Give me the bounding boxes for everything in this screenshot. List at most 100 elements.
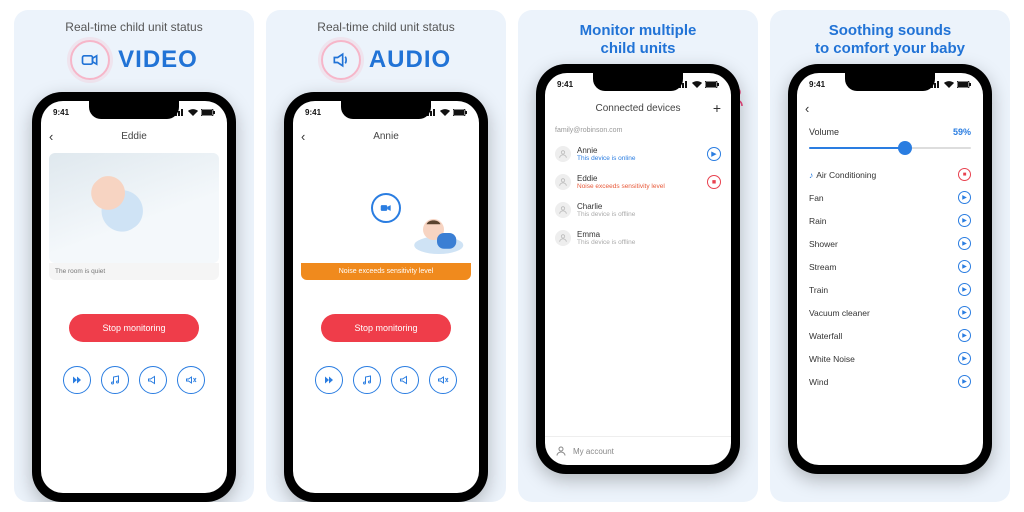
sounds-list: ♪Air Conditioning■Fan▶Rain▶Shower▶Stream… <box>797 163 983 393</box>
sound-name: Vacuum cleaner <box>809 308 870 318</box>
sound-row[interactable]: ♪Air Conditioning■ <box>797 163 983 186</box>
my-account-label: My account <box>573 447 614 456</box>
stop-monitoring-button[interactable]: Stop monitoring <box>321 314 451 342</box>
account-email: family@robinson.com <box>555 123 721 140</box>
status-time: 9:41 <box>557 80 573 89</box>
play-icon[interactable]: ▶ <box>958 191 971 204</box>
mode-badge-video: VIDEO <box>70 40 198 80</box>
device-name: Annie <box>577 146 701 155</box>
wifi-icon <box>440 109 450 116</box>
sound-name: White Noise <box>809 354 855 364</box>
music-icon[interactable] <box>353 366 381 394</box>
mode-label: AUDIO <box>369 46 451 74</box>
stop-monitoring-button[interactable]: Stop monitoring <box>69 314 199 342</box>
device-row[interactable]: CharlieThis device is offline <box>555 196 721 224</box>
nav-bar: ‹ Eddie <box>41 123 227 149</box>
play-icon[interactable]: ▶ <box>958 283 971 296</box>
play-icon[interactable]: ▶ <box>958 237 971 250</box>
camera-icon <box>70 40 110 80</box>
nav-bar: ‹ <box>797 95 983 121</box>
phone-frame: 9:41 ‹ Annie <box>284 92 488 502</box>
nav-bar: Connected devices + <box>545 95 731 121</box>
sleeping-baby-illustration <box>395 202 465 257</box>
volume-slider[interactable] <box>809 147 971 149</box>
device-row[interactable]: EddieNoise exceeds sensitivity level■ <box>555 168 721 196</box>
phone-frame: 9:41 Connected devices + family@robinson… <box>536 64 740 474</box>
play-icon[interactable]: ▶ <box>958 375 971 388</box>
play-icon[interactable]: ▶ <box>958 214 971 227</box>
panel-audio: Real-time child unit status AUDIO 9:41 ‹… <box>266 10 506 502</box>
device-row[interactable]: EmmaThis device is offline <box>555 224 721 252</box>
sound-name: Fan <box>809 193 824 203</box>
battery-icon <box>201 109 215 116</box>
sound-row[interactable]: Shower ▶ <box>797 232 983 255</box>
mute-icon[interactable] <box>429 366 457 394</box>
device-name: Eddie <box>577 174 701 183</box>
phone-frame: 9:41 ‹ Volume 59% ♪Air Conditioning■ Fan ▶… <box>788 64 992 474</box>
avatar-icon <box>555 174 571 190</box>
play-icon[interactable]: ▶ <box>958 329 971 342</box>
sound-name: Rain <box>809 216 826 226</box>
play-icon[interactable]: ▶ <box>707 147 721 161</box>
panel-subtitle: Real-time child unit status <box>65 20 202 34</box>
back-button[interactable]: ‹ <box>301 129 305 144</box>
sound-row[interactable]: Fan ▶ <box>797 186 983 209</box>
fastforward-icon[interactable] <box>63 366 91 394</box>
play-icon[interactable]: ▶ <box>958 352 971 365</box>
noise-alert: Noise exceeds sensitivity level <box>301 263 471 280</box>
fastforward-icon[interactable] <box>315 366 343 394</box>
status-time: 9:41 <box>53 108 69 117</box>
device-status: This device is offline <box>577 239 721 246</box>
sound-row[interactable]: Stream▶ <box>797 255 983 278</box>
device-name: Emma <box>577 230 721 239</box>
sound-name: Waterfall <box>809 331 842 341</box>
nav-bar: ‹ Annie <box>293 123 479 149</box>
panel-subtitle: Real-time child unit status <box>317 20 454 34</box>
volume-label: Volume <box>809 127 839 137</box>
add-device-button[interactable]: + <box>713 100 721 116</box>
device-name: Charlie <box>577 202 721 211</box>
avatar-icon <box>555 146 571 162</box>
device-row[interactable]: AnnieThis device is online▶ <box>555 140 721 168</box>
room-status: The room is quiet <box>49 263 219 280</box>
sound-row[interactable]: Vacuum cleaner ▶ <box>797 301 983 324</box>
mute-icon[interactable] <box>177 366 205 394</box>
play-icon[interactable]: ▶ <box>958 306 971 319</box>
status-time: 9:41 <box>305 108 321 117</box>
person-icon <box>555 445 567 457</box>
play-icon[interactable]: ▶ <box>958 260 971 273</box>
music-icon[interactable] <box>101 366 129 394</box>
sound-row[interactable]: White Noise ▶ <box>797 347 983 370</box>
sound-name: Shower <box>809 239 838 249</box>
sound-row[interactable]: Train ▶ <box>797 278 983 301</box>
mode-badge-audio: AUDIO <box>321 40 451 80</box>
device-status: This device is offline <box>577 211 721 218</box>
sound-name: Train <box>809 285 828 295</box>
battery-icon <box>453 109 467 116</box>
camera-toggle-icon[interactable] <box>371 193 401 223</box>
stop-icon[interactable]: ■ <box>958 168 971 181</box>
volume-row: Volume 59% <box>797 121 983 137</box>
volume-value: 59% <box>953 127 971 137</box>
my-account-row[interactable]: My account <box>545 436 731 465</box>
sound-name: Wind <box>809 377 828 387</box>
audio-illustration <box>301 153 471 263</box>
phone-frame: 9:41 ‹ Eddie The room is quiet Stop moni… <box>32 92 236 502</box>
speaker-icon <box>321 40 361 80</box>
sound-row[interactable]: Wind ▶ <box>797 370 983 393</box>
status-time: 9:41 <box>809 80 825 89</box>
video-preview[interactable] <box>49 153 219 263</box>
megaphone-icon[interactable] <box>391 366 419 394</box>
sound-row[interactable]: Waterfall ▶ <box>797 324 983 347</box>
stop-icon[interactable]: ■ <box>707 175 721 189</box>
sound-row[interactable]: Rain ▶ <box>797 209 983 232</box>
child-name: Annie <box>373 131 399 142</box>
megaphone-icon[interactable] <box>139 366 167 394</box>
back-button[interactable]: ‹ <box>49 129 53 144</box>
page-title: Connected devices <box>595 103 680 114</box>
child-name: Eddie <box>121 131 147 142</box>
panel-sounds: Soothing sounds to comfort your baby 9:4… <box>770 10 1010 502</box>
panel-title: Soothing sounds to comfort your baby <box>811 20 969 60</box>
back-button[interactable]: ‹ <box>805 101 809 116</box>
devices-list: family@robinson.com AnnieThis device is … <box>545 121 731 436</box>
